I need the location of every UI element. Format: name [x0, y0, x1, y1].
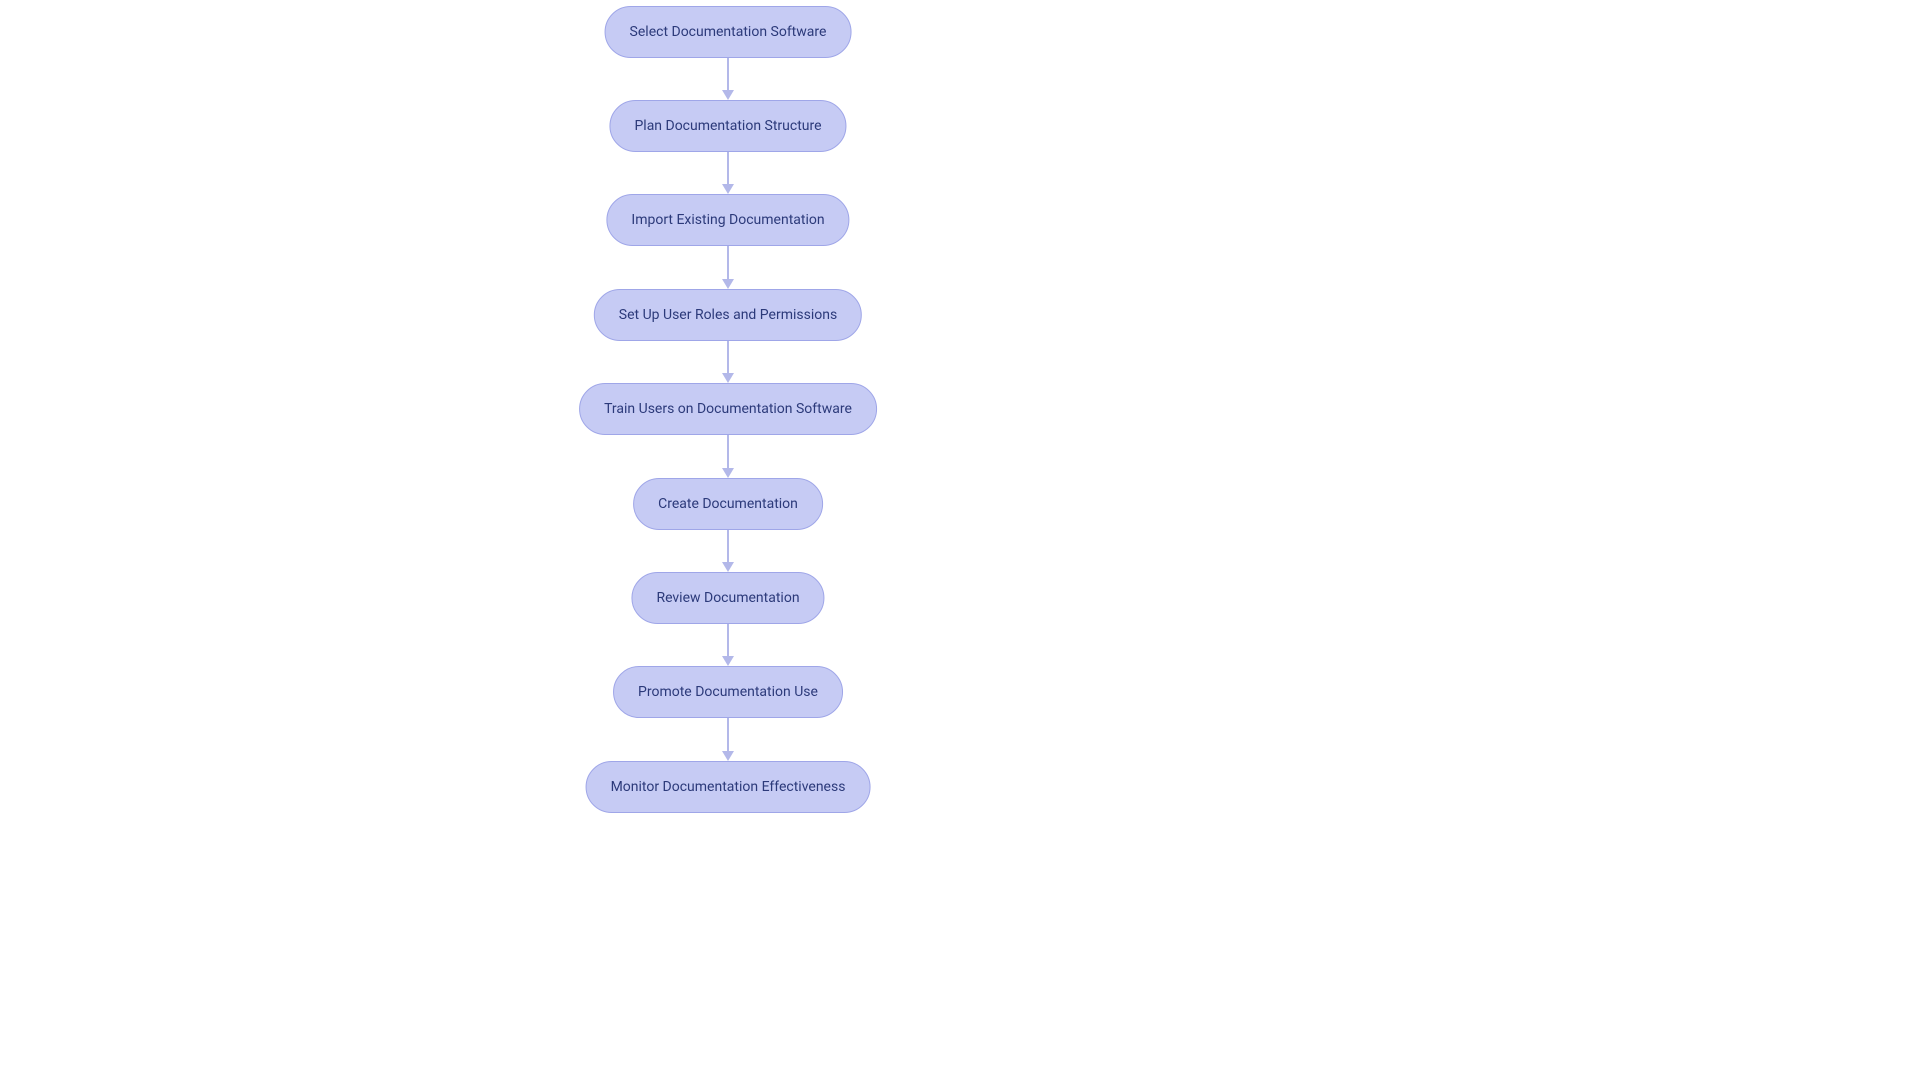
node-label: Import Existing Documentation — [631, 212, 824, 228]
node-label: Train Users on Documentation Software — [604, 401, 852, 417]
flowchart-node: Train Users on Documentation Software — [579, 383, 877, 435]
node-label: Select Documentation Software — [630, 24, 827, 40]
node-label: Promote Documentation Use — [638, 684, 818, 700]
node-label: Set Up User Roles and Permissions — [619, 307, 837, 323]
flowchart-node: Promote Documentation Use — [613, 666, 843, 718]
flowchart-node: Set Up User Roles and Permissions — [594, 289, 862, 341]
flowchart-node: Review Documentation — [631, 572, 824, 624]
flowchart-canvas: Select Documentation Software Plan Docum… — [0, 0, 1920, 1080]
flowchart-node: Select Documentation Software — [605, 6, 852, 58]
flowchart-node: Monitor Documentation Effectiveness — [586, 761, 871, 813]
node-label: Monitor Documentation Effectiveness — [611, 779, 846, 795]
flowchart-node: Create Documentation — [633, 478, 823, 530]
node-label: Create Documentation — [658, 496, 798, 512]
node-label: Review Documentation — [656, 590, 799, 606]
flowchart-node: Plan Documentation Structure — [609, 100, 846, 152]
flowchart-node: Import Existing Documentation — [606, 194, 849, 246]
node-label: Plan Documentation Structure — [634, 118, 821, 134]
